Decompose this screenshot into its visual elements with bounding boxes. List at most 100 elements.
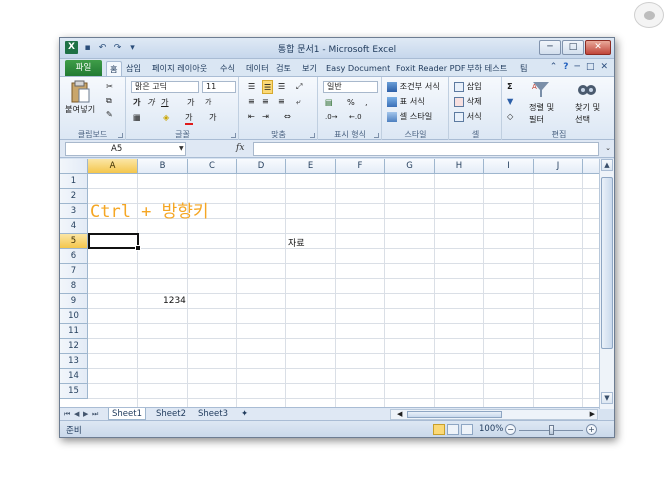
bold-button[interactable]: 가	[133, 96, 141, 108]
align-top-icon[interactable]: ☰	[248, 80, 255, 92]
column-header-e[interactable]: E	[286, 159, 336, 174]
tab-easy-document[interactable]: Easy Document C	[326, 61, 390, 76]
paste-button[interactable]: 붙여넣기	[65, 103, 95, 115]
tab-insert[interactable]: 삽입	[126, 61, 141, 76]
cut-icon[interactable]: ✂	[106, 80, 113, 92]
paste-icon[interactable]	[70, 80, 90, 104]
number-format-select[interactable]: 일반	[323, 81, 378, 93]
align-left-icon[interactable]: ≡	[248, 95, 255, 107]
close-button[interactable]: ✕	[585, 40, 611, 55]
font-color-button[interactable]: 가	[185, 111, 193, 125]
tab-load-test[interactable]: 부하 테스트	[467, 61, 507, 76]
prev-sheet-icon[interactable]: ◀	[74, 410, 79, 418]
minimize-button[interactable]: ─	[539, 40, 561, 55]
row-header-6[interactable]: 6	[60, 249, 88, 264]
column-header-d[interactable]: D	[237, 159, 286, 174]
scroll-right-icon[interactable]: ▶	[590, 410, 595, 418]
row-header-1[interactable]: 1	[60, 174, 88, 189]
name-box[interactable]: A5	[65, 142, 186, 156]
increase-indent-icon[interactable]: ⇥	[262, 110, 269, 122]
formula-input[interactable]	[253, 142, 599, 156]
underline-button[interactable]: 가	[161, 96, 169, 108]
vertical-scroll-thumb[interactable]	[601, 177, 613, 349]
scroll-left-icon[interactable]: ◀	[397, 410, 402, 418]
sheet-tab-3[interactable]: Sheet3	[195, 408, 231, 420]
row-header-5[interactable]: 5	[60, 234, 88, 249]
row-header-7[interactable]: 7	[60, 264, 88, 279]
scroll-down-icon[interactable]: ▼	[601, 392, 613, 404]
conditional-format-button[interactable]: 조건부 서식	[387, 80, 440, 92]
fill-color-icon[interactable]: ◈	[163, 111, 169, 123]
find-select-icon[interactable]	[577, 79, 597, 99]
insert-cells-button[interactable]: 삽입	[454, 80, 482, 92]
sheet-tab-2[interactable]: Sheet2	[153, 408, 189, 420]
format-cells-button[interactable]: 서식	[454, 110, 482, 122]
tab-team[interactable]: 팀	[520, 61, 528, 76]
column-header-h[interactable]: H	[435, 159, 484, 174]
align-middle-icon[interactable]: ☰	[262, 80, 274, 94]
cell-b9[interactable]: 1234	[163, 296, 186, 306]
tab-review[interactable]: 검토	[276, 61, 291, 76]
orientation-icon[interactable]: ⤢	[296, 80, 303, 92]
merge-center-icon[interactable]: ⇔	[284, 110, 291, 122]
find-select-label-2[interactable]: 선택	[575, 113, 590, 125]
first-sheet-icon[interactable]: ⏮	[64, 410, 70, 419]
accounting-icon[interactable]: ▤	[325, 96, 333, 108]
horizontal-scrollbar[interactable]: ◀ ▶	[390, 409, 598, 420]
zoom-out-button[interactable]: −	[505, 424, 516, 435]
row-header-14[interactable]: 14	[60, 369, 88, 384]
insert-function-icon[interactable]: fx	[236, 143, 244, 153]
name-box-dropdown-icon[interactable]: ▼	[179, 145, 184, 152]
tab-data[interactable]: 데이터	[246, 61, 269, 76]
copy-icon[interactable]: ⧉	[106, 94, 112, 106]
vertical-scrollbar[interactable]: ▲ ▼	[599, 159, 614, 409]
page-break-view-icon[interactable]	[461, 424, 473, 435]
column-header-c[interactable]: C	[188, 159, 237, 174]
clipboard-launcher-icon[interactable]	[118, 133, 123, 138]
font-launcher-icon[interactable]	[231, 133, 236, 138]
decrease-decimal-icon[interactable]: ←.0	[349, 111, 362, 123]
column-header-i[interactable]: I	[484, 159, 534, 174]
expand-formula-icon[interactable]: ⌄	[605, 144, 611, 152]
collapse-ribbon-icon[interactable]: ⌃	[550, 62, 558, 72]
format-table-button[interactable]: 표 서식	[387, 95, 425, 107]
zoom-slider-thumb[interactable]	[549, 425, 554, 435]
tab-file[interactable]: 파일	[65, 60, 102, 76]
row-header-3[interactable]: 3	[60, 204, 88, 219]
sheet-tab-1[interactable]: Sheet1	[108, 408, 146, 420]
last-sheet-icon[interactable]: ⏭	[92, 410, 98, 419]
comma-button[interactable]: ,	[365, 96, 368, 108]
increase-decimal-icon[interactable]: .0→	[325, 111, 338, 123]
doc-close-icon[interactable]: ✕	[600, 62, 608, 72]
clear-icon[interactable]: ◇	[507, 110, 513, 122]
alignment-launcher-icon[interactable]	[310, 133, 315, 138]
column-header-b[interactable]: B	[138, 159, 188, 174]
align-right-icon[interactable]: ≡	[278, 95, 285, 107]
align-center-icon[interactable]: ≡	[262, 95, 269, 107]
italic-button[interactable]: 가	[147, 96, 155, 108]
sort-filter-label-1[interactable]: 정렬 및	[529, 101, 554, 113]
sort-filter-label-2[interactable]: 필터	[529, 113, 544, 125]
font-name-select[interactable]: 맑은 고딕	[131, 81, 199, 93]
maximize-button[interactable]: □	[562, 40, 584, 55]
zoom-in-button[interactable]: +	[586, 424, 597, 435]
row-header-4[interactable]: 4	[60, 219, 88, 234]
number-launcher-icon[interactable]	[374, 133, 379, 138]
tab-view[interactable]: 보기	[302, 61, 317, 76]
row-header-13[interactable]: 13	[60, 354, 88, 369]
borders-icon[interactable]: ▦	[133, 111, 141, 123]
insert-sheet-icon[interactable]: ✦	[238, 408, 251, 420]
wrap-text-icon[interactable]: ⤶	[296, 95, 301, 107]
tab-formulas[interactable]: 수식	[220, 61, 235, 76]
column-header-j[interactable]: J	[534, 159, 583, 174]
column-header-g[interactable]: G	[385, 159, 435, 174]
row-header-12[interactable]: 12	[60, 339, 88, 354]
decrease-indent-icon[interactable]: ⇤	[248, 110, 255, 122]
row-header-11[interactable]: 11	[60, 324, 88, 339]
row-header-2[interactable]: 2	[60, 189, 88, 204]
delete-cells-button[interactable]: 삭제	[454, 95, 482, 107]
zoom-level[interactable]: 100%	[479, 424, 503, 434]
column-header-f[interactable]: F	[336, 159, 385, 174]
doc-restore-icon[interactable]: □	[586, 62, 595, 72]
row-header-15[interactable]: 15	[60, 384, 88, 399]
